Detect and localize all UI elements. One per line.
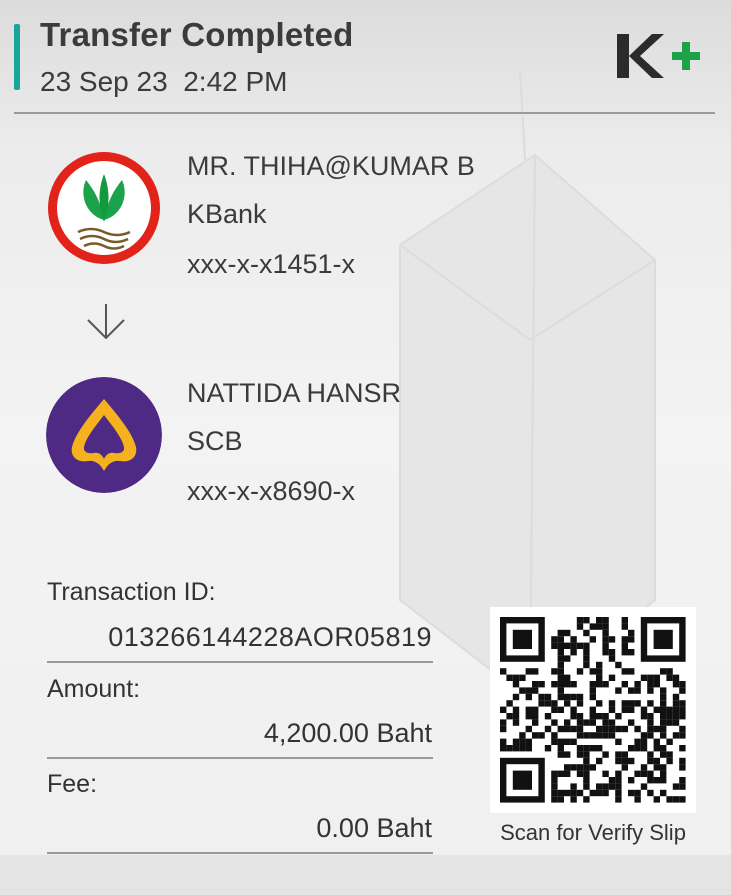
receiver-bank: SCB <box>187 426 243 456</box>
transfer-slip: Transfer Completed 23 Sep 23 2:42 PM MR.… <box>0 0 731 855</box>
transfer-datetime: 23 Sep 23 2:42 PM <box>40 66 288 97</box>
kbank-logo-icon <box>48 152 160 264</box>
fee-value: 0.00 Baht <box>316 813 432 843</box>
sender-account: xxx-x-x1451-x <box>187 249 356 279</box>
header-divider <box>14 112 715 114</box>
sender-bank: KBank <box>187 199 267 229</box>
verify-qr-code <box>490 607 696 813</box>
transaction-id-value: 013266144228AOR05819 <box>108 622 432 652</box>
down-arrow-icon <box>87 304 125 340</box>
amount-value: 4,200.00 Baht <box>263 718 432 748</box>
receiver-account: xxx-x-x8690-x <box>187 476 356 506</box>
receiver-name: NATTIDA HANSR <box>187 378 402 408</box>
transaction-divider <box>47 661 433 663</box>
kplus-logo <box>617 34 700 78</box>
scb-logo-icon <box>46 377 162 493</box>
header-accent-bar <box>14 24 20 90</box>
sender-name: MR. THIHA@KUMAR B <box>187 151 475 181</box>
amount-label: Amount: <box>47 675 141 703</box>
fee-label: Fee: <box>47 770 98 798</box>
page-title: Transfer Completed <box>40 16 354 53</box>
qr-caption: Scan for Verify Slip <box>500 820 686 845</box>
amount-divider <box>47 757 433 759</box>
transaction-id-label: Transaction ID: <box>47 578 216 606</box>
qr-code-icon <box>500 617 686 803</box>
fee-divider <box>47 852 433 854</box>
bottom-strip <box>0 855 731 895</box>
